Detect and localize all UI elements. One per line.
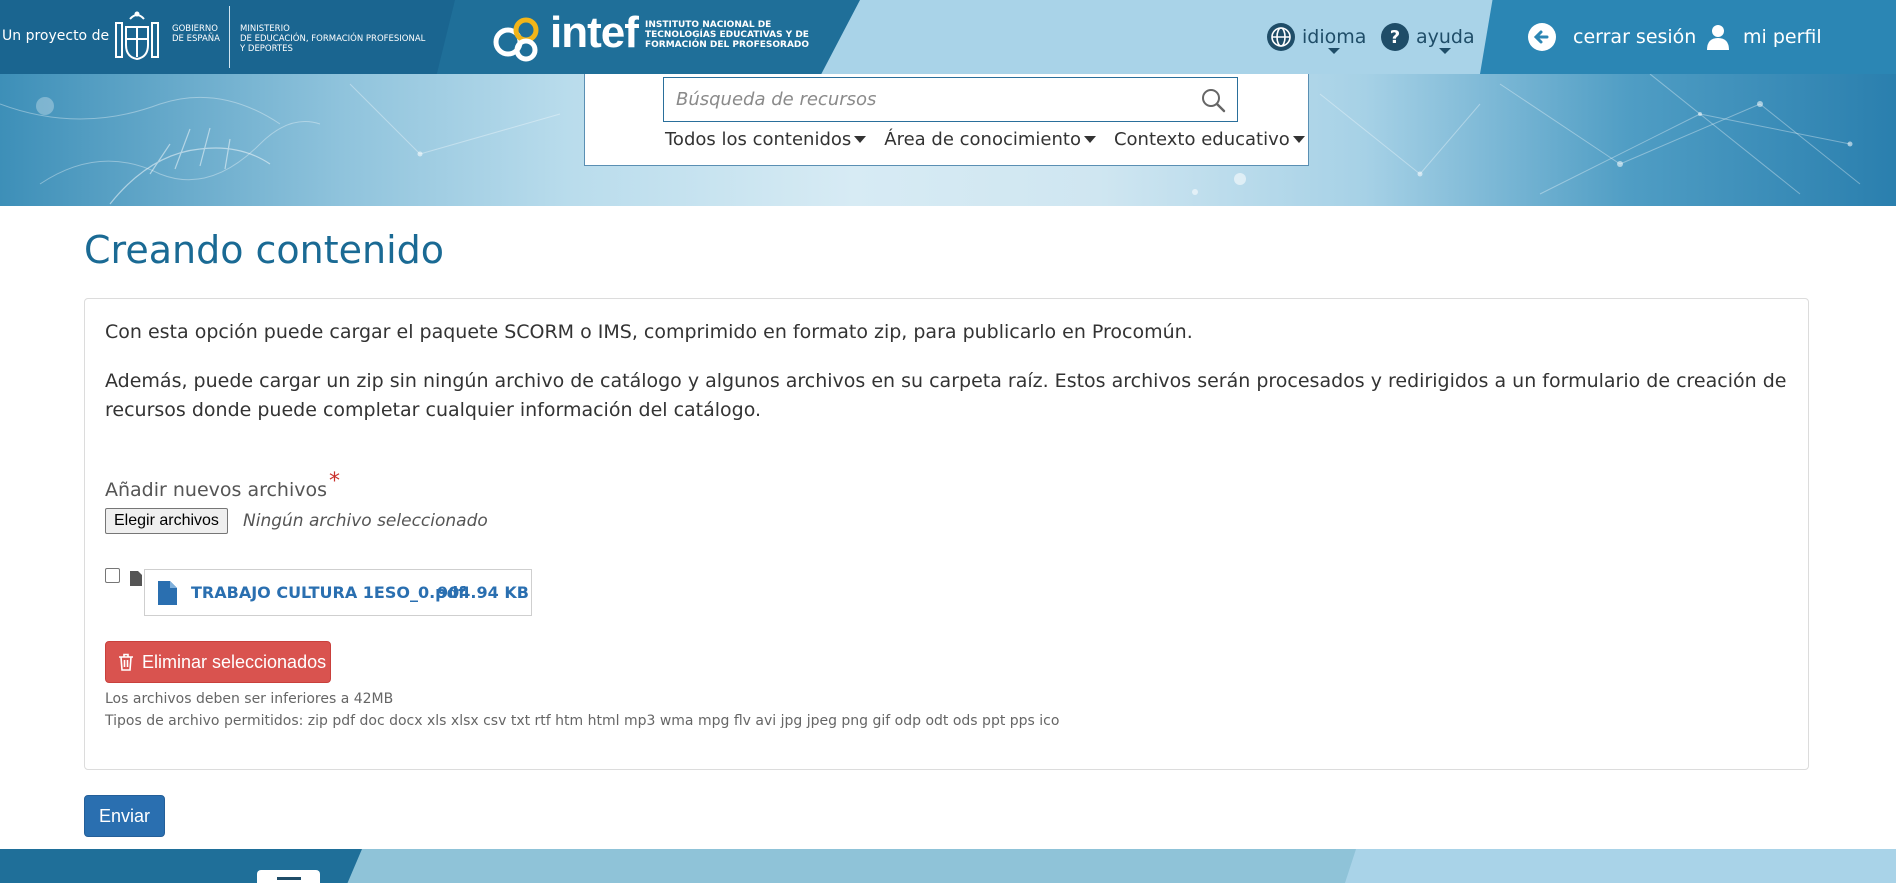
filter-educational-context[interactable]: Contexto educativo [1114, 129, 1305, 150]
file-size-hint: Los archivos deben ser inferiores a 42MB [105, 691, 394, 707]
spain-coat-of-arms-icon [115, 11, 159, 61]
intef-logo-icon[interactable] [490, 12, 546, 62]
caret-down-icon [854, 136, 867, 143]
no-file-selected-text: Ningún archivo seleccionado [243, 511, 488, 531]
ministerio-line: MINISTERIO [240, 24, 290, 34]
filter-label: Área de conocimiento [884, 129, 1081, 150]
document-icon [158, 581, 177, 605]
project-label: Un proyecto de [2, 28, 110, 44]
language-label: idioma [1302, 26, 1367, 54]
filter-all-contents[interactable]: Todos los contenidos [665, 129, 867, 150]
language-text: idioma [1302, 26, 1367, 48]
question-icon: ? [1381, 23, 1409, 51]
file-size: 904.94 KB [437, 583, 529, 602]
footer-menu-toggle[interactable] [257, 870, 320, 890]
top-bar: Un proyecto de GOBIERNO DE ESPAÑA MINIST… [0, 0, 1896, 74]
intef-subtitle-line: TECNOLOGÍAS EDUCATIVAS Y DE [645, 30, 809, 40]
search-box [663, 77, 1238, 122]
required-mark: * [329, 469, 341, 494]
search-filters: Todos los contenidos Área de conocimient… [665, 129, 1305, 150]
footer-light-band [1345, 849, 1896, 883]
search-icon[interactable] [1199, 86, 1227, 114]
help-label: ayuda [1416, 26, 1475, 54]
arrow-left-circle-icon [1528, 23, 1556, 51]
uploaded-file-item: TRABAJO CULTURA 1ESO_0.pdf 904.94 KB [144, 569, 532, 616]
ministerio-line: DE EDUCACIÓN, FORMACIÓN PROFESIONAL [240, 34, 426, 44]
file-types-hint: Tipos de archivo permitidos: zip pdf doc… [105, 713, 1060, 729]
help-menu[interactable]: ? ayuda [1380, 20, 1475, 54]
add-files-label: Añadir nuevos archivos* [105, 469, 340, 502]
svg-text:?: ? [1390, 27, 1400, 48]
gobierno-line: GOBIERNO [172, 24, 218, 34]
logout-label: cerrar sesión [1573, 26, 1697, 48]
caret-down-icon [1292, 136, 1305, 143]
gobierno-text: GOBIERNO DE ESPAÑA [172, 24, 220, 44]
intef-wordmark[interactable]: intef [550, 8, 639, 58]
choose-files-button[interactable]: Elegir archivos [105, 508, 228, 534]
ministerio-line: Y DEPORTES [240, 44, 293, 54]
intef-subtitle-line: INSTITUTO NACIONAL DE [645, 20, 772, 30]
filter-label: Todos los contenidos [665, 129, 852, 150]
intef-subtitle-line: FORMACIÓN DEL PROFESORADO [645, 40, 810, 50]
profile-label: mi perfil [1743, 26, 1822, 48]
profile-link[interactable]: mi perfil [1703, 20, 1822, 54]
filter-knowledge-area[interactable]: Área de conocimiento [884, 129, 1096, 150]
file-icon [130, 571, 142, 586]
file-name-link[interactable]: TRABAJO CULTURA 1ESO_0.pdf [191, 583, 465, 602]
logout-link[interactable]: cerrar sesión [1527, 20, 1696, 54]
page-title: Creando contenido [84, 228, 445, 272]
help-text: ayuda [1416, 26, 1475, 48]
submit-button[interactable]: Enviar [84, 795, 165, 837]
hamburger-icon [277, 877, 301, 880]
intro-text-secondary: Además, puede cargar un zip sin ningún a… [105, 370, 1787, 421]
caret-down-icon [1083, 136, 1096, 143]
search-input[interactable] [664, 78, 1184, 121]
delete-selected-button[interactable]: Eliminar seleccionados [105, 641, 331, 683]
chevron-down-icon [1328, 48, 1341, 54]
globe-icon [1267, 23, 1295, 51]
delete-selected-label: Eliminar seleccionados [142, 651, 327, 672]
ministerio-text: MINISTERIO DE EDUCACIÓN, FORMACIÓN PROFE… [240, 24, 425, 54]
logo-divider [229, 6, 230, 68]
upload-form-panel: Con esta opción puede cargar el paquete … [84, 298, 1809, 770]
user-icon [1707, 25, 1729, 50]
gobierno-line: DE ESPAÑA [172, 34, 220, 44]
language-menu[interactable]: idioma [1266, 20, 1366, 54]
trash-icon [119, 653, 133, 671]
file-select-checkbox[interactable] [105, 568, 120, 583]
intro-text: Con esta opción puede cargar el paquete … [105, 321, 1193, 343]
add-files-text: Añadir nuevos archivos [105, 479, 328, 501]
filter-label: Contexto educativo [1113, 129, 1290, 150]
chevron-down-icon [1439, 48, 1452, 54]
intef-subtitle: INSTITUTO NACIONAL DE TECNOLOGÍAS EDUCAT… [645, 20, 809, 50]
search-panel: Todos los contenidos Área de conocimient… [584, 74, 1309, 166]
